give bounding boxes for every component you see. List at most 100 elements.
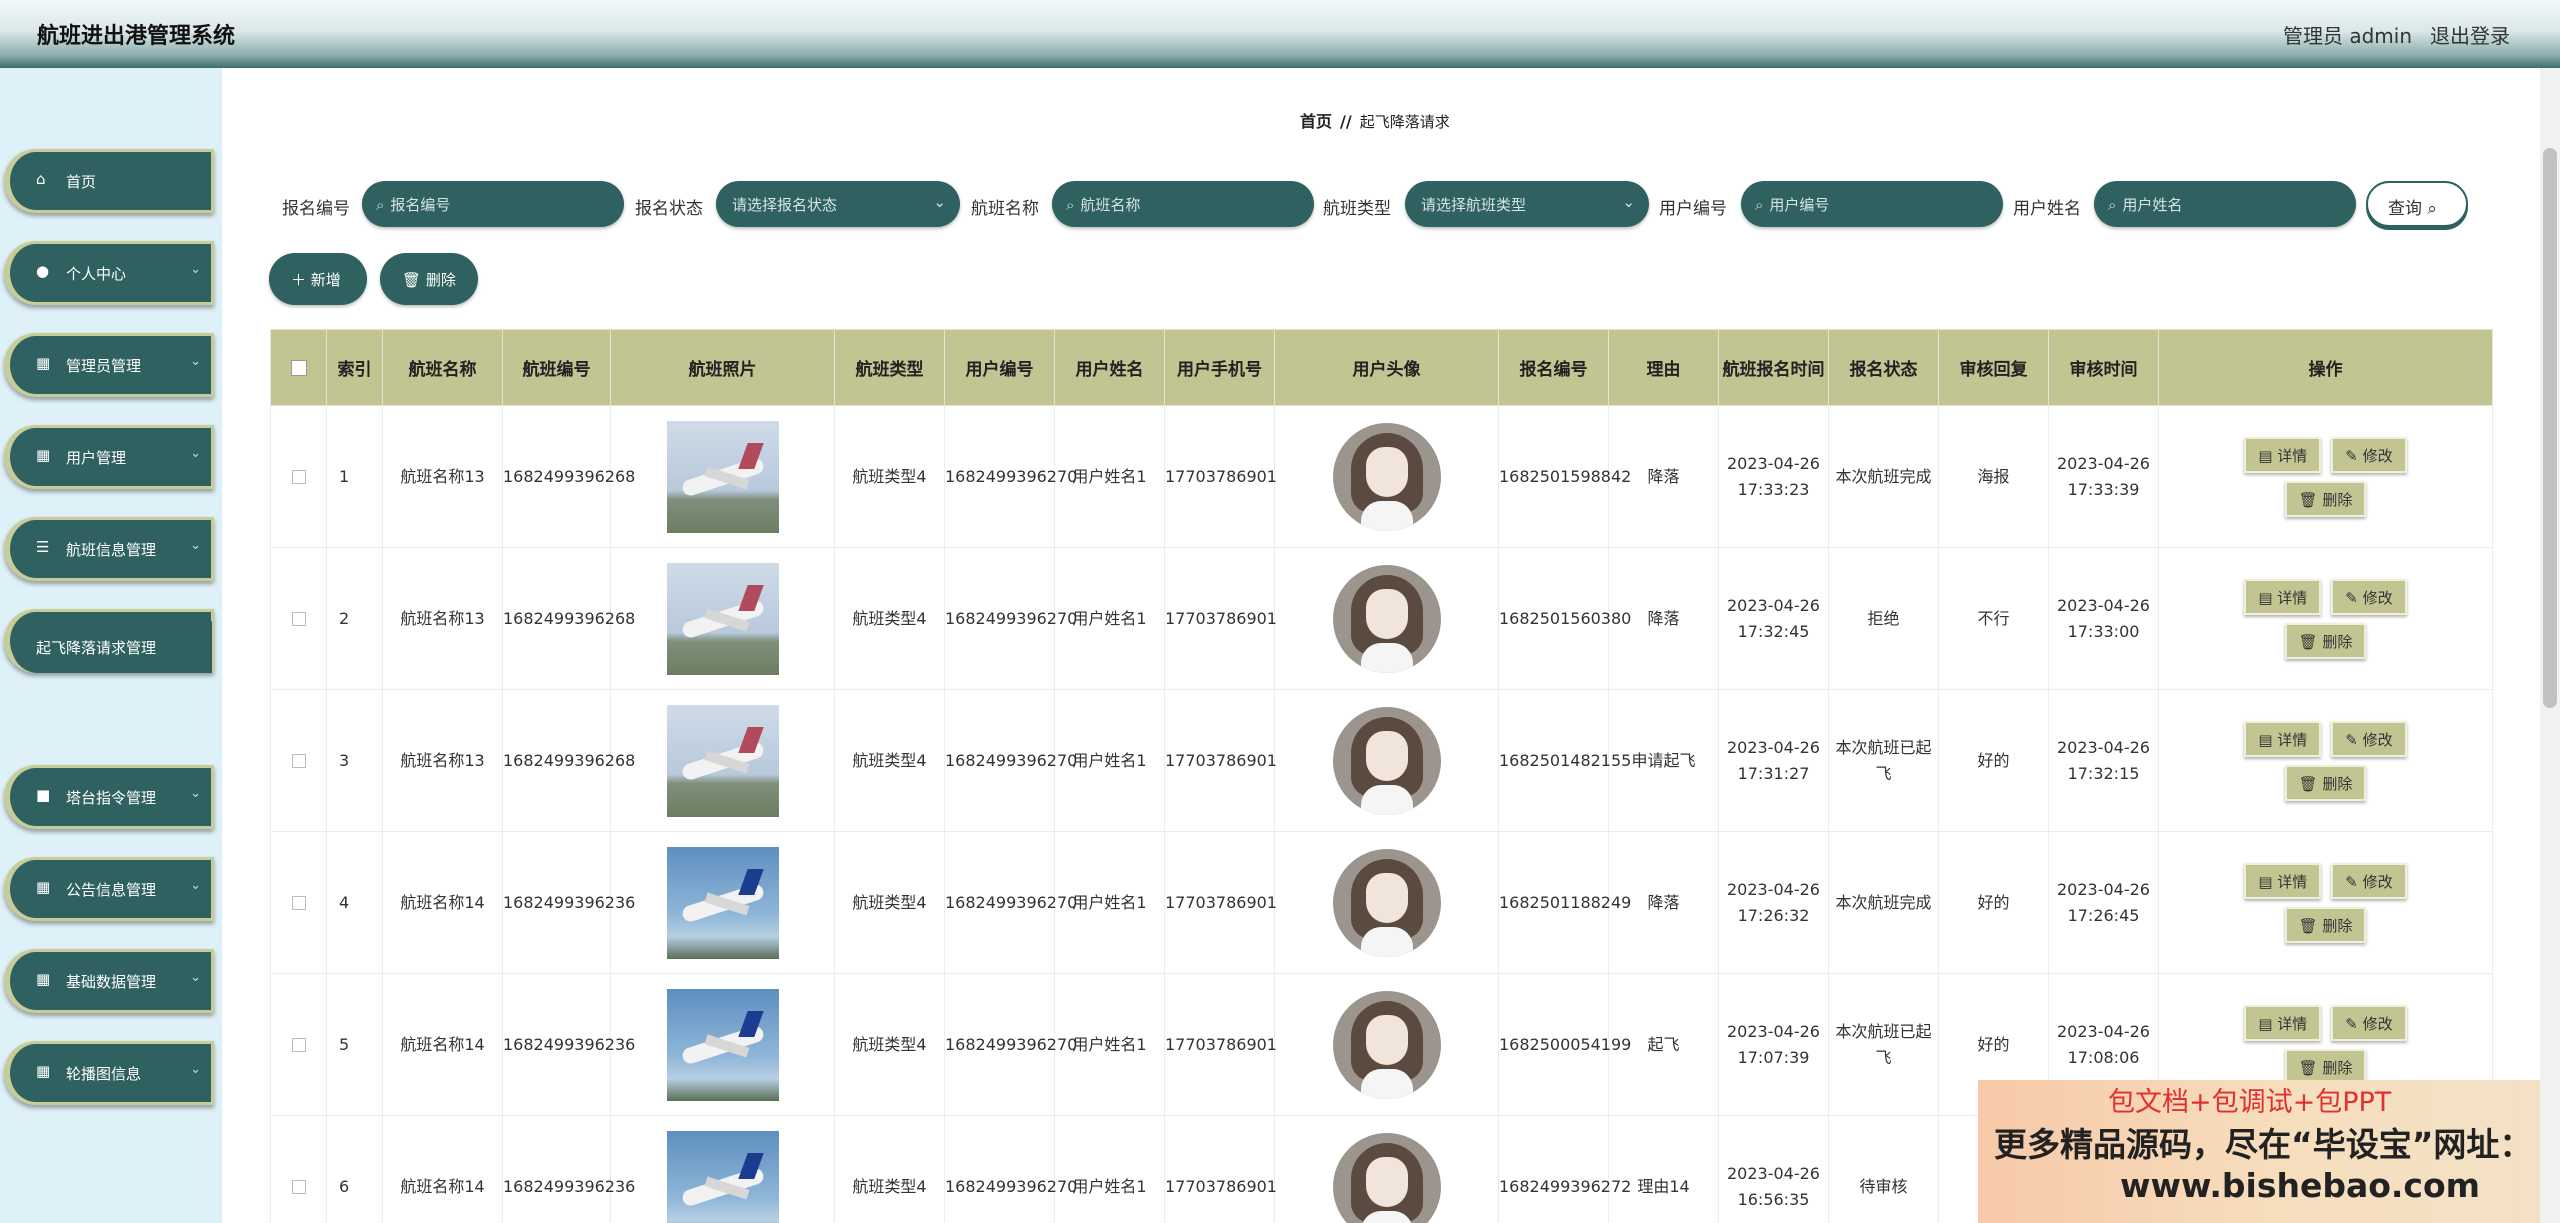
pencil-icon: ✎ — [2345, 588, 2358, 607]
grid-icon: ▦ — [36, 970, 51, 988]
detail-button[interactable]: ▤ 详情 — [2244, 862, 2322, 899]
row-checkbox[interactable] — [291, 896, 306, 910]
query-button[interactable]: 查询 ⌕ — [2366, 181, 2468, 227]
row-actions-cell: ▤ 详情✎ 修改 🗑 删除 — [2158, 547, 2493, 690]
cell-apply-no: 1682501482155 — [1498, 689, 1631, 832]
edit-button[interactable]: ✎ 修改 — [2331, 862, 2407, 899]
bulk-delete-button[interactable]: 🗑 删除 — [380, 253, 478, 305]
sidebar-item-notice-management[interactable]: ▦ 公告信息管理 ⌄ — [4, 857, 214, 921]
sidebar-item-tower-command-management[interactable]: ■ 塔台指令管理 ⌄ — [4, 765, 214, 829]
edit-button[interactable]: ✎ 修改 — [2331, 578, 2407, 615]
user-avatar-cell — [1274, 547, 1499, 690]
page-scrollbar[interactable] — [2540, 68, 2560, 1223]
logout-link[interactable]: 退出登录 — [2430, 20, 2510, 49]
search-icon: ⌕ — [1066, 196, 1075, 214]
column-header: 航班名称 — [382, 329, 503, 406]
avatar[interactable] — [1332, 422, 1441, 531]
row-select-cell — [270, 547, 327, 690]
cell-flight-type: 航班类型4 — [834, 405, 945, 548]
sidebar-item-basic-data-management[interactable]: ▦ 基础数据管理 ⌄ — [4, 949, 214, 1013]
flight-type-select[interactable]: 请选择航班类型 ⌄ — [1405, 181, 1649, 227]
sidebar-item-carousel-info[interactable]: ▦ 轮播图信息 ⌄ — [4, 1041, 214, 1105]
user-avatar-cell — [1274, 405, 1499, 548]
avatar[interactable] — [1332, 848, 1441, 957]
sidebar-item-home[interactable]: ⌂ 首页 — [4, 149, 214, 213]
column-header: 航班编号 — [502, 329, 611, 406]
edit-button[interactable]: ✎ 修改 — [2331, 1004, 2407, 1041]
flight-photo[interactable] — [666, 562, 779, 675]
row-delete-button[interactable]: 🗑 删除 — [2284, 764, 2367, 801]
row-checkbox[interactable] — [291, 754, 306, 768]
detail-button[interactable]: ▤ 详情 — [2244, 436, 2322, 473]
table-row[interactable]: 3 航班名称13 1682499396268 航班类型4 1682499396270 用户… — [270, 689, 2493, 832]
cell-apply-no: 1682501598842 — [1498, 405, 1631, 548]
sidebar-item-personal-center[interactable]: ● 个人中心 ⌄ — [4, 241, 214, 305]
add-button[interactable]: ＋ 新增 — [269, 253, 367, 305]
row-delete-label: 删除 — [2322, 490, 2353, 509]
cell-index: 5 — [326, 973, 383, 1116]
avatar[interactable] — [1332, 706, 1441, 815]
scrollbar-thumb[interactable] — [2543, 148, 2557, 708]
cell-apply-no: 1682501188249 — [1498, 831, 1631, 974]
avatar[interactable] — [1332, 1132, 1441, 1223]
flight-name-input[interactable]: ⌕ 航班名称 — [1052, 181, 1314, 227]
sidebar-item-flight-info-management[interactable]: ☰ 航班信息管理 ⌄ — [4, 517, 214, 581]
cell-apply-time: 2023-04-26 16:56:35 — [1718, 1115, 1829, 1223]
row-actions-cell: ▤ 详情✎ 修改 🗑 删除 — [2158, 689, 2493, 832]
detail-button-label: 详情 — [2277, 1014, 2308, 1033]
cell-status: 本次航班完成 — [1828, 405, 1939, 548]
flight-photo-cell — [610, 1115, 835, 1223]
grid-icon: ▦ — [36, 1062, 51, 1080]
user-no-input[interactable]: ⌕ 用户编号 — [1741, 181, 2003, 227]
detail-button[interactable]: ▤ 详情 — [2244, 720, 2322, 757]
sidebar-item-user-management[interactable]: ▦ 用户管理 ⌄ — [4, 425, 214, 489]
grid-icon: ▦ — [36, 354, 51, 372]
chevron-down-icon: ⌄ — [190, 262, 201, 277]
flight-photo[interactable] — [666, 704, 779, 817]
breadcrumb-home[interactable]: 首页 — [1300, 112, 1332, 131]
row-checkbox[interactable] — [291, 612, 306, 626]
avatar[interactable] — [1332, 990, 1441, 1099]
detail-button-label: 详情 — [2277, 446, 2308, 465]
chevron-down-icon: ⌄ — [190, 446, 201, 461]
submenu-item-takeoff-landing-request[interactable]: 起飞降落请求管理 — [12, 621, 212, 673]
detail-button[interactable]: ▤ 详情 — [2244, 1004, 2322, 1041]
flight-photo-cell — [610, 405, 835, 548]
cell-status: 本次航班完成 — [1828, 831, 1939, 974]
flight-photo[interactable] — [666, 846, 779, 959]
row-delete-button[interactable]: 🗑 删除 — [2284, 622, 2367, 659]
apply-status-select[interactable]: 请选择报名状态 ⌄ — [716, 181, 960, 227]
row-delete-button[interactable]: 🗑 删除 — [2284, 906, 2367, 943]
sidebar-item-admin-management[interactable]: ▦ 管理员管理 ⌄ — [4, 333, 214, 397]
cell-review-time: 2023-04-26 17:33:00 — [2048, 547, 2159, 690]
row-checkbox[interactable] — [291, 470, 306, 484]
avatar[interactable] — [1332, 564, 1441, 673]
apply-no-input[interactable]: ⌕ 报名编号 — [362, 181, 624, 227]
cell-reply: 不行 — [1938, 547, 2049, 690]
apply-status-label: 报名状态 — [635, 199, 703, 219]
row-checkbox[interactable] — [291, 1038, 306, 1052]
row-delete-button[interactable]: 🗑 删除 — [2284, 480, 2367, 517]
table-row[interactable]: 4 航班名称14 1682499396236 航班类型4 1682499396270 用户… — [270, 831, 2493, 974]
detail-button[interactable]: ▤ 详情 — [2244, 578, 2322, 615]
flight-photo[interactable] — [666, 988, 779, 1101]
table-row[interactable]: 1 航班名称13 1682499396268 航班类型4 1682499396270 用户… — [270, 405, 2493, 548]
row-checkbox[interactable] — [291, 1180, 306, 1194]
edit-button[interactable]: ✎ 修改 — [2331, 436, 2407, 473]
cell-apply-time: 2023-04-26 17:31:27 — [1718, 689, 1829, 832]
search-icon: ⌕ — [376, 196, 385, 214]
cell-review-time: 2023-04-26 17:32:15 — [2048, 689, 2159, 832]
cell-review-time: 2023-04-26 17:26:45 — [2048, 831, 2159, 974]
column-header: 操作 — [2158, 329, 2493, 406]
select-all-checkbox[interactable] — [290, 359, 307, 376]
cell-flight-name: 航班名称13 — [382, 547, 503, 690]
flight-photo[interactable] — [666, 420, 779, 533]
search-icon: ⌕ — [2427, 199, 2437, 219]
edit-button[interactable]: ✎ 修改 — [2331, 720, 2407, 757]
search-icon: ⌕ — [2108, 196, 2117, 214]
user-name-input[interactable]: ⌕ 用户姓名 — [2094, 181, 2356, 227]
table-row[interactable]: 2 航班名称13 1682499396268 航班类型4 1682499396270 用户… — [270, 547, 2493, 690]
column-header: 用户姓名 — [1054, 329, 1165, 406]
flight-photo[interactable] — [666, 1130, 779, 1223]
flight-type-label: 航班类型 — [1323, 199, 1391, 219]
